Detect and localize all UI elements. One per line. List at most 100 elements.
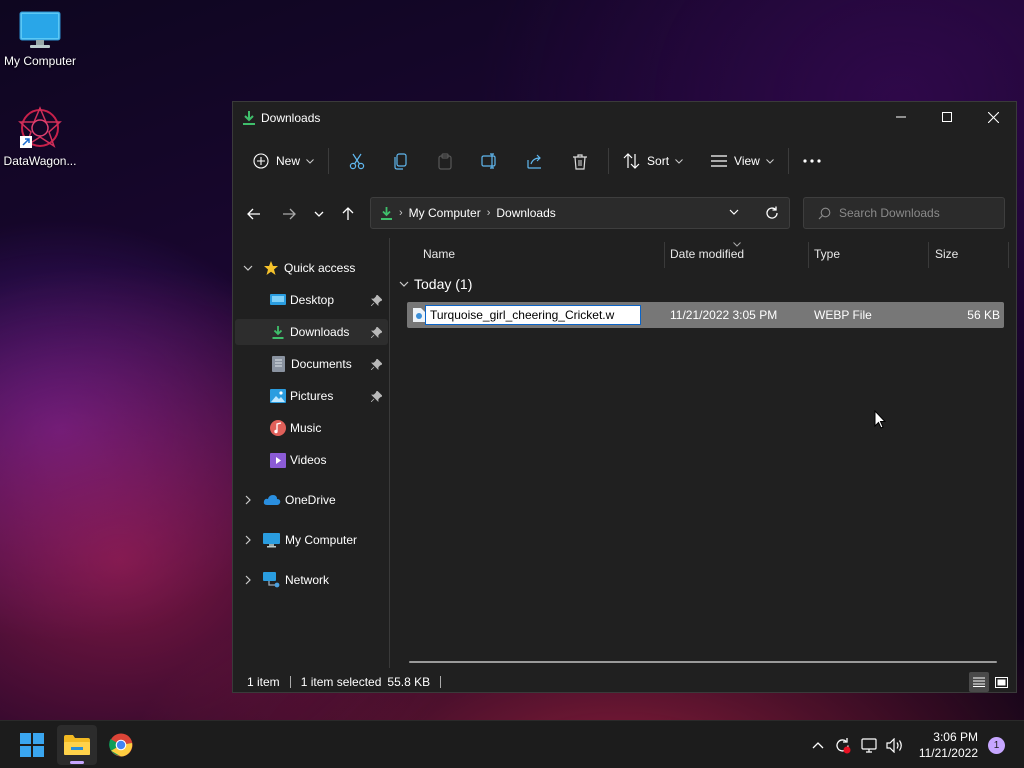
file-size: 56 KB <box>967 308 1000 322</box>
volume-button[interactable] <box>886 737 904 753</box>
details-view-icon <box>973 677 985 687</box>
view-button[interactable]: View <box>703 145 782 177</box>
toolbar-divider <box>787 148 789 174</box>
delete-icon <box>573 153 588 170</box>
paste-button[interactable] <box>423 145 467 177</box>
address-history-button[interactable] <box>729 209 739 215</box>
nav-item-documents[interactable]: Documents <box>235 351 388 377</box>
column-divider[interactable] <box>1008 242 1009 268</box>
nav-item-pictures[interactable]: Pictures <box>235 383 388 409</box>
show-hidden-icons-button[interactable] <box>812 741 824 749</box>
back-button[interactable] <box>242 205 266 223</box>
taskbar: 3:06 PM 11/21/2022 1 <box>0 720 1024 768</box>
forward-button[interactable] <box>277 205 301 223</box>
file-explorer-window: Downloads New Sort View › My Computer › … <box>232 101 1017 693</box>
column-header-name[interactable]: Name <box>423 240 663 268</box>
file-list-pane: Name Date modified Type Size Today (1) 1… <box>391 238 1017 668</box>
column-label: Name <box>423 247 456 261</box>
close-icon <box>987 111 999 123</box>
cut-button[interactable] <box>335 145 379 177</box>
minimize-button[interactable] <box>878 102 924 132</box>
title-bar[interactable]: Downloads <box>233 102 1016 134</box>
column-header-size[interactable]: Size <box>935 240 1005 268</box>
column-divider[interactable] <box>928 242 929 268</box>
update-status-button[interactable] <box>834 737 851 754</box>
music-icon <box>270 420 286 436</box>
mouse-cursor-icon <box>874 410 886 429</box>
refresh-button[interactable] <box>765 206 779 220</box>
chevron-up-icon <box>812 741 824 748</box>
notification-badge[interactable]: 1 <box>988 737 1005 754</box>
breadcrumb-my-computer[interactable]: My Computer <box>409 206 481 220</box>
recent-locations-button[interactable] <box>307 205 331 223</box>
share-icon <box>527 154 542 169</box>
search-icon <box>818 207 831 220</box>
documents-icon <box>272 356 285 372</box>
nav-item-desktop[interactable]: Desktop <box>235 287 388 313</box>
command-bar: New Sort View <box>233 140 1016 182</box>
column-divider[interactable] <box>808 242 809 268</box>
network-icon <box>861 737 877 753</box>
group-header-today[interactable]: Today (1) <box>399 276 472 292</box>
taskbar-file-explorer[interactable] <box>57 725 97 765</box>
status-item-count: 1 item <box>247 675 280 689</box>
breadcrumb-downloads[interactable]: Downloads <box>496 206 555 220</box>
download-icon <box>242 110 256 126</box>
status-divider <box>440 676 442 688</box>
nav-my-computer[interactable]: My Computer <box>235 527 388 553</box>
sort-button[interactable]: Sort <box>615 145 691 177</box>
address-bar[interactable]: › My Computer › Downloads <box>370 197 790 229</box>
chevron-down-icon <box>314 211 324 217</box>
taskbar-chrome[interactable] <box>101 725 141 765</box>
nav-label: My Computer <box>285 533 358 547</box>
column-header-type[interactable]: Type <box>814 240 924 268</box>
nav-item-music[interactable]: Music <box>235 415 388 441</box>
close-button[interactable] <box>970 102 1016 132</box>
large-icons-view-icon <box>994 676 1008 688</box>
nav-item-downloads[interactable]: Downloads <box>235 319 388 345</box>
rename-input[interactable] <box>425 305 641 325</box>
file-row[interactable]: 11/21/2022 3:05 PM WEBP File 56 KB <box>407 302 1004 328</box>
nav-quick-access[interactable]: Quick access <box>235 255 388 281</box>
delete-button[interactable] <box>558 145 602 177</box>
maximize-button[interactable] <box>924 102 970 132</box>
clock[interactable]: 3:06 PM 11/21/2022 <box>919 729 978 761</box>
nav-network[interactable]: Network <box>235 567 388 593</box>
desktop-icon-label: DataWagon... <box>3 154 77 168</box>
nav-onedrive[interactable]: OneDrive <box>235 487 388 513</box>
file-explorer-icon <box>64 735 90 755</box>
active-app-indicator <box>70 761 84 764</box>
column-divider[interactable] <box>664 242 665 268</box>
up-button[interactable] <box>336 205 360 223</box>
chevron-right-icon: › <box>486 207 491 219</box>
chevron-right-icon: › <box>399 207 403 219</box>
copy-button[interactable] <box>379 145 423 177</box>
column-label: Date modified <box>670 247 745 261</box>
status-divider <box>289 676 291 688</box>
chevron-right-icon <box>245 495 251 505</box>
start-button[interactable] <box>12 725 52 765</box>
rename-button[interactable] <box>467 145 513 177</box>
desktop-icon-datawagon[interactable]: DataWagon... <box>0 106 80 168</box>
network-status-button[interactable] <box>861 737 878 753</box>
details-view-button[interactable] <box>969 672 989 692</box>
column-header-date[interactable]: Date modified <box>670 240 805 268</box>
new-button[interactable]: New <box>245 145 322 177</box>
more-options-button[interactable] <box>795 145 829 177</box>
share-button[interactable] <box>513 145 558 177</box>
nav-label: Desktop <box>290 293 335 307</box>
search-input[interactable] <box>839 206 989 220</box>
horizontal-scrollbar[interactable] <box>409 661 997 663</box>
large-icons-view-button[interactable] <box>991 672 1011 692</box>
maximize-icon <box>942 112 952 122</box>
copy-icon <box>394 152 407 170</box>
search-box[interactable] <box>803 197 1005 229</box>
chevron-down-icon <box>729 209 739 215</box>
desktop-icon-my-computer[interactable]: My Computer <box>0 10 80 68</box>
refresh-icon <box>766 206 778 219</box>
column-label: Size <box>935 247 959 261</box>
clock-date: 11/21/2022 <box>918 746 978 760</box>
nav-label: Music <box>290 421 322 435</box>
nav-item-videos[interactable]: Videos <box>235 447 388 473</box>
pictures-icon <box>270 389 286 403</box>
